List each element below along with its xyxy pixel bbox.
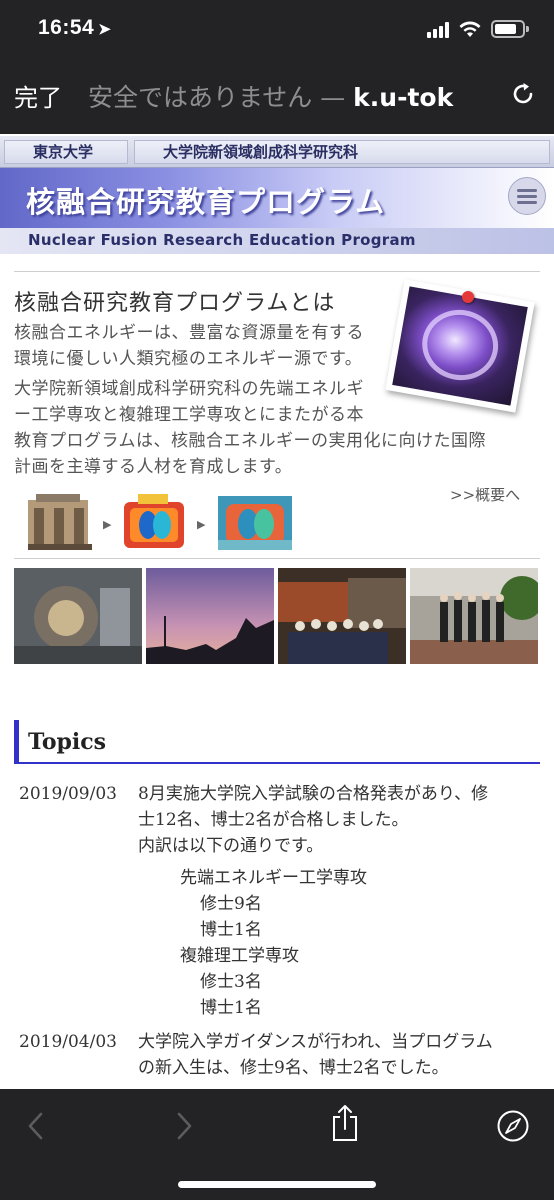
back-chevron-icon[interactable] <box>26 1111 44 1141</box>
topic-text: 8月実施大学院入学試験の合格発表があり、修 士12名、博士2名が合格しました。 … <box>138 781 533 859</box>
about-p2-line: 計画を主導する人材を育成します。 <box>14 457 293 477</box>
group-stairs-photo <box>410 568 538 664</box>
banner-main: 核融合研究教育プログラム <box>0 168 554 228</box>
safari-address-bar: 完了 安全ではありません — k.u-tok <box>0 58 554 134</box>
topic-text-line: の新入生は、修士9名、博士2名でした。 <box>138 1058 449 1078</box>
arrow-icon: ▶ <box>197 518 206 531</box>
cellular-signal-icon <box>427 22 451 38</box>
web-page: 東京大学 大学院新領域創成科学研究科 核融合研究教育プログラム Nuclear … <box>0 134 554 1089</box>
about-p1-line: 環境に優しい人類究極のエネルギー源です。 <box>14 349 363 369</box>
banner-subtitle-strip: Nuclear Fusion Research Education Progra… <box>0 228 554 254</box>
status-time: 16:54 ➤ <box>38 16 111 40</box>
forward-chevron-icon[interactable] <box>176 1111 194 1141</box>
stress-model-image <box>218 496 292 550</box>
group-tunnel-photo <box>278 568 406 664</box>
divider <box>14 271 540 272</box>
url-security-warning: 安全ではありません — <box>88 83 354 112</box>
sunset-photo <box>146 568 274 664</box>
plasma-photo <box>385 279 535 413</box>
arrow-icon: ▶ <box>103 518 112 531</box>
status-bar: 16:54 ➤ <box>0 0 554 58</box>
topics-heading-text: Topics <box>28 729 107 755</box>
hamburger-icon[interactable] <box>508 177 546 215</box>
topic-doctors: 博士1名 <box>200 920 262 940</box>
reload-icon[interactable] <box>509 80 537 108</box>
topic-text-line: 士12名、博士2名が合格しました。 <box>138 810 409 830</box>
overview-link[interactable]: >>概要へ <box>450 484 520 505</box>
site-title[interactable]: 核融合研究教育プログラム <box>26 179 385 221</box>
topic-masters: 修士3名 <box>200 972 262 992</box>
about-heading: 核融合研究教育プログラムとは <box>14 291 336 316</box>
grad-school-label[interactable]: 大学院新領域創成科学研究科 <box>134 140 550 164</box>
topic-date: 2019/09/03 <box>19 784 117 804</box>
thermal-model-image <box>124 494 184 548</box>
topic-text-line: 内訳は以下の通りです。 <box>138 836 324 856</box>
url-host: k.u-tok <box>353 83 454 112</box>
compass-icon[interactable] <box>496 1109 530 1143</box>
status-time-text: 16:54 <box>38 16 95 39</box>
topic-date: 2019/04/03 <box>19 1032 117 1052</box>
about-p1-line: 核融合エネルギーは、豊富な資源量を有する <box>14 323 364 343</box>
university-label[interactable]: 東京大学 <box>4 140 128 164</box>
banner-top-strip: 東京大学 大学院新領域創成科学研究科 <box>0 136 554 168</box>
topic-text-line: 大学院入学ガイダンスが行われ、当プログラム <box>138 1032 493 1052</box>
topic-text: 大学院入学ガイダンスが行われ、当プログラム の新入生は、修士9名、博士2名でした… <box>138 1029 533 1081</box>
site-subtitle: Nuclear Fusion Research Education Progra… <box>28 231 416 249</box>
about-p2-line: ー工学専攻と複雑理工学専攻とにまたがる本 <box>14 405 364 425</box>
topic-doctors: 博士1名 <box>200 998 262 1018</box>
home-indicator[interactable] <box>178 1181 376 1188</box>
site-banner: 東京大学 大学院新領域創成科学研究科 核融合研究教育プログラム Nuclear … <box>0 134 554 254</box>
topic-text-line: 8月実施大学院入学試験の合格発表があり、修 <box>138 784 489 804</box>
about-p2-line: 教育プログラムは、核融合エネルギーの実用化に向けた国際 <box>14 431 486 451</box>
lab-equipment-photo <box>14 568 142 664</box>
location-arrow-icon: ➤ <box>98 21 112 38</box>
wifi-icon <box>459 21 481 37</box>
url-field[interactable]: 安全ではありません — k.u-tok <box>88 78 483 114</box>
topics-heading: Topics <box>14 720 540 764</box>
divider <box>14 558 540 559</box>
tokamak-model-image <box>28 494 92 550</box>
topic-dept: 複雑理工学専攻 <box>180 946 299 966</box>
battery-icon <box>491 20 529 38</box>
pushpin-icon <box>462 291 474 303</box>
url-fade <box>460 72 500 112</box>
done-button[interactable]: 完了 <box>14 78 62 113</box>
topic-dept: 先端エネルギー工学専攻 <box>180 868 367 888</box>
share-icon[interactable] <box>330 1103 360 1143</box>
about-paragraph-1: 核融合エネルギーは、豊富な資源量を有する 環境に優しい人類究極のエネルギー源です… <box>14 320 364 372</box>
topic-masters: 修士9名 <box>200 894 262 914</box>
